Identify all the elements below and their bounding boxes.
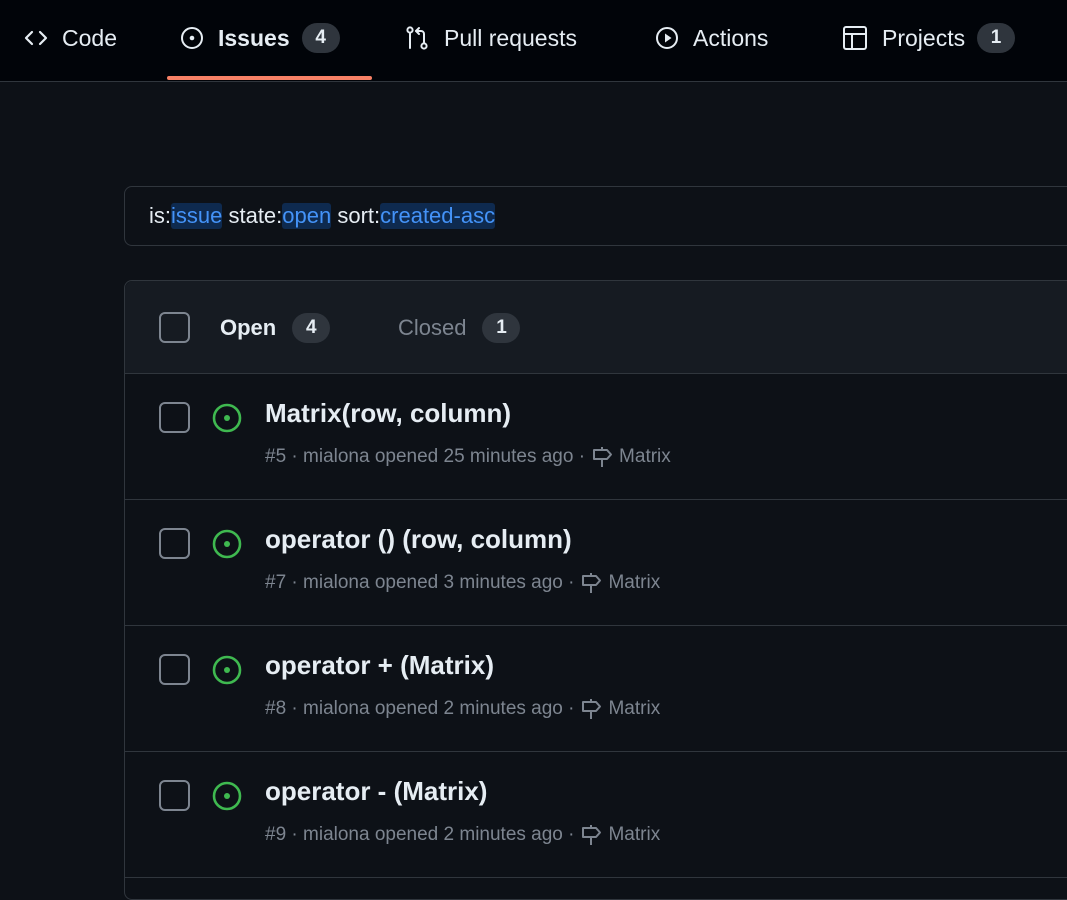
closed-issues-filter[interactable]: Closed 1: [398, 311, 521, 345]
tab-issues-label: Issues: [218, 24, 290, 51]
search-token-value: open: [282, 203, 332, 229]
issue-meta: #5 · mialona opened 25 minutes ago · Mat…: [265, 446, 671, 468]
search-token-text: sort:: [331, 203, 381, 228]
issues-list-header: Open 4 Closed 1: [125, 281, 1067, 374]
issue-title-link[interactable]: operator + (Matrix): [265, 650, 494, 681]
tab-code-label: Code: [62, 24, 117, 51]
issue-opened-icon: [180, 26, 204, 50]
issue-row[interactable]: Matrix(row, column) #5 · mialona opened …: [125, 374, 1067, 500]
search-token-value: issue: [171, 203, 223, 229]
milestone-icon: [580, 698, 602, 720]
issue-meta: #9 · mialona opened 2 minutes ago · Matr…: [265, 824, 660, 846]
closed-label: Closed: [398, 315, 467, 340]
issue-meta-text: #9 · mialona opened 2 minutes ago ·: [265, 824, 575, 845]
tab-actions[interactable]: Actions: [655, 18, 768, 58]
tab-projects[interactable]: Projects 1: [842, 18, 1016, 58]
issue-opened-icon: [211, 780, 243, 812]
issue-checkbox[interactable]: [159, 654, 190, 685]
milestone-link[interactable]: Matrix: [608, 698, 660, 720]
play-icon: [655, 26, 679, 50]
issues-search-input[interactable]: is: issue state: open sort: created-asc: [124, 186, 1067, 246]
issue-title-link[interactable]: operator - (Matrix): [265, 776, 487, 807]
issue-row[interactable]: operator () (row, column) #7 · mialona o…: [125, 500, 1067, 626]
issue-meta: #8 · mialona opened 2 minutes ago · Matr…: [265, 698, 660, 720]
tab-actions-label: Actions: [693, 24, 769, 51]
issue-meta-text: #7 · mialona opened 3 minutes ago ·: [265, 572, 575, 593]
issue-title-link[interactable]: operator () (row, column): [265, 524, 572, 555]
issue-opened-icon: [211, 528, 243, 560]
open-counter: 4: [292, 313, 331, 343]
tab-issues[interactable]: Issues 4: [180, 18, 340, 58]
tab-pull-requests[interactable]: Pull requests: [404, 18, 577, 58]
table-icon: [842, 25, 868, 51]
issue-checkbox[interactable]: [159, 402, 190, 433]
git-pull-request-icon: [404, 25, 430, 51]
milestone-link[interactable]: Matrix: [608, 572, 660, 594]
tab-code[interactable]: Code: [24, 18, 117, 58]
open-issues-filter[interactable]: Open 4: [220, 311, 331, 345]
search-token-value: created-asc: [380, 203, 496, 229]
issue-row[interactable]: operator + (Matrix) #8 · mialona opened …: [125, 626, 1067, 752]
closed-counter: 1: [482, 313, 521, 343]
issue-checkbox[interactable]: [159, 780, 190, 811]
issues-counter: 4: [301, 23, 340, 53]
issue-row[interactable]: operator - (Matrix) #9 · mialona opened …: [125, 752, 1067, 878]
search-token-text: state:: [222, 203, 283, 228]
issue-meta: #7 · mialona opened 3 minutes ago · Matr…: [265, 572, 660, 594]
issue-opened-icon: [211, 654, 243, 686]
issues-list: Open 4 Closed 1 Matrix(row, column) #5 ·…: [124, 280, 1067, 900]
issue-meta-text: #5 · mialona opened 25 minutes ago ·: [265, 446, 586, 467]
tab-pull-requests-label: Pull requests: [444, 24, 577, 51]
milestone-link[interactable]: Matrix: [619, 446, 671, 468]
milestone-icon: [580, 824, 602, 846]
code-icon: [24, 26, 48, 50]
milestone-icon: [591, 446, 613, 468]
milestone-link[interactable]: Matrix: [608, 824, 660, 846]
open-label: Open: [220, 315, 277, 340]
select-all-checkbox[interactable]: [159, 312, 190, 343]
projects-counter: 1: [977, 23, 1016, 53]
issue-checkbox[interactable]: [159, 528, 190, 559]
search-token-text: is:: [149, 203, 171, 228]
active-tab-underline: [167, 76, 372, 80]
issue-title-link[interactable]: Matrix(row, column): [265, 398, 511, 429]
issue-opened-icon: [211, 402, 243, 434]
repo-nav: Code Issues 4 Pull requests Actions Proj…: [0, 0, 1067, 82]
tab-projects-label: Projects: [882, 24, 966, 51]
issue-meta-text: #8 · mialona opened 2 minutes ago ·: [265, 698, 575, 719]
milestone-icon: [580, 572, 602, 594]
